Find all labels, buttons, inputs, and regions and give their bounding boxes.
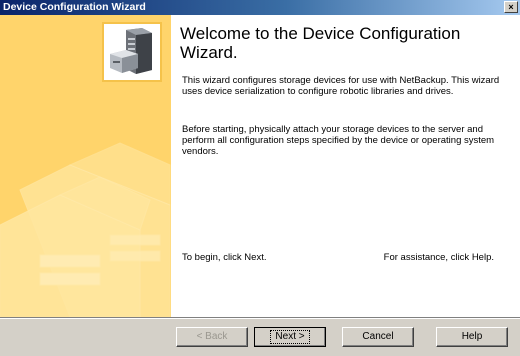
- wizard-window: Device Configuration Wizard × Welcome to…: [0, 0, 520, 356]
- assistance-hint: For assistance, click Help.: [383, 252, 494, 263]
- storage-server-icon: [110, 28, 152, 74]
- wizard-content: Welcome to the Device Configuration Wiza…: [171, 15, 520, 317]
- cancel-button-label: Cancel: [362, 331, 394, 342]
- title-bar: Device Configuration Wizard ×: [0, 0, 520, 15]
- welcome-heading: Welcome to the Device Configuration Wiza…: [180, 24, 461, 62]
- next-button-label: Next >: [270, 330, 310, 344]
- back-button[interactable]: < Back: [176, 327, 248, 347]
- wizard-sidebar: [0, 15, 171, 317]
- begin-hint: To begin, click Next.: [182, 252, 267, 263]
- help-button-label: Help: [461, 331, 483, 342]
- close-button[interactable]: ×: [504, 1, 518, 13]
- back-button-label: < Back: [196, 331, 228, 342]
- instructions-paragraph: Before starting, physically attach your …: [182, 124, 495, 157]
- wizard-icon-frame: [102, 22, 162, 82]
- window-title: Device Configuration Wizard: [3, 1, 146, 13]
- next-button[interactable]: Next >: [254, 327, 326, 347]
- help-button[interactable]: Help: [436, 327, 508, 347]
- description-paragraph: This wizard configures storage devices f…: [182, 75, 500, 97]
- button-bar: < Back Next > Cancel Help: [0, 319, 520, 356]
- cancel-button[interactable]: Cancel: [342, 327, 414, 347]
- close-icon: ×: [508, 2, 514, 12]
